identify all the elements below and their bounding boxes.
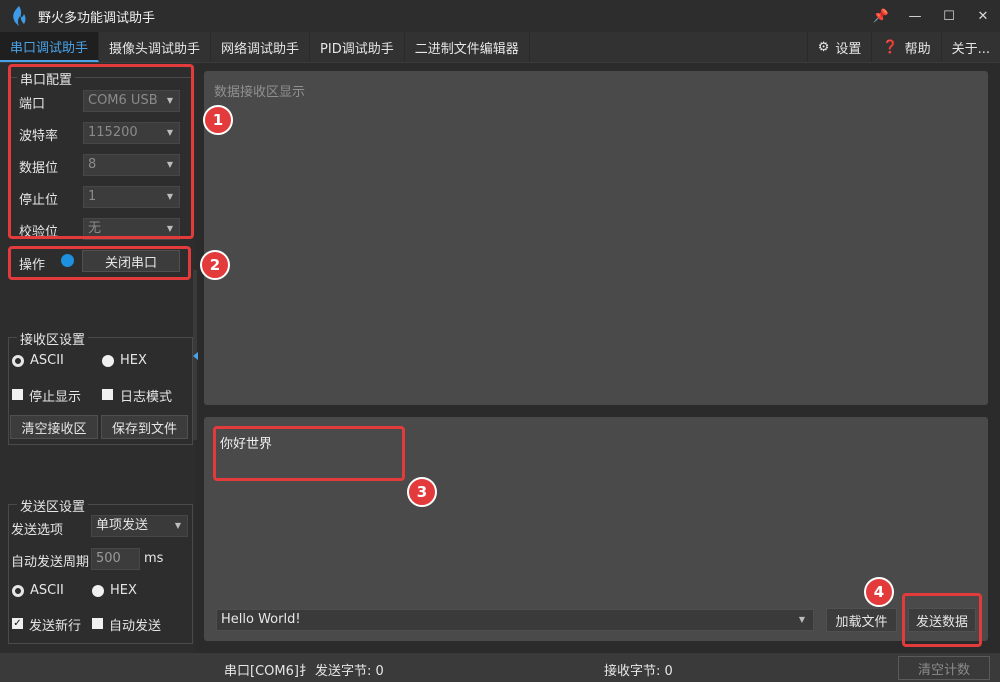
port-status-text: 串口[COM6]扌 bbox=[224, 664, 312, 679]
highlight-box-1 bbox=[8, 64, 194, 239]
tab-pid[interactable]: PID调试助手 bbox=[310, 32, 405, 62]
recv-settings-title: 接收区设置 bbox=[17, 329, 89, 348]
clear-receive-button[interactable]: 清空接收区 bbox=[10, 415, 98, 439]
tab-binary-editor[interactable]: 二进制文件编辑器 bbox=[405, 32, 530, 62]
window-title: 野火多功能调试助手 bbox=[38, 10, 156, 26]
send-option-label: 发送选项 bbox=[11, 523, 64, 538]
recv-bytes-text: 接收字节: 0 bbox=[604, 664, 673, 679]
receive-display-area[interactable]: 数据接收区显示 bbox=[204, 71, 988, 405]
collapse-arrow-icon[interactable] bbox=[193, 352, 198, 360]
send-history-select[interactable]: Hello World! ▼ bbox=[216, 609, 814, 631]
tab-serial[interactable]: 串口调试助手 bbox=[0, 32, 100, 62]
main-tab-bar: 串口调试助手 摄像头调试助手 网络调试助手 PID调试助手 二进制文件编辑器 ⚙… bbox=[0, 32, 1000, 63]
sent-bytes-text: 发送字节: 0 bbox=[315, 664, 384, 679]
send-history-value: Hello World! bbox=[221, 612, 301, 627]
marker-4: 4 bbox=[864, 577, 894, 607]
gear-icon: ⚙ bbox=[817, 39, 830, 55]
save-to-file-button[interactable]: 保存到文件 bbox=[101, 415, 188, 439]
help-icon: ❓ bbox=[882, 39, 899, 55]
stop-display-label: 停止显示 bbox=[29, 390, 82, 405]
pin-icon[interactable]: 📌 bbox=[864, 0, 898, 32]
status-bar: 串口[COM6]扌 发送字节: 0 接收字节: 0 清空计数 bbox=[0, 653, 1000, 682]
send-ascii-label: ASCII bbox=[30, 583, 64, 598]
clear-count-button[interactable]: 清空计数 bbox=[898, 656, 990, 680]
settings-label: 设置 bbox=[835, 41, 862, 57]
help-label: 帮助 bbox=[904, 41, 931, 57]
tab-network[interactable]: 网络调试助手 bbox=[211, 32, 311, 62]
settings-button[interactable]: ⚙ 设置 bbox=[806, 32, 872, 62]
auto-send-checkbox[interactable] bbox=[92, 618, 103, 629]
minimize-button[interactable]: — bbox=[898, 0, 932, 32]
send-hex-label: HEX bbox=[110, 583, 137, 598]
highlight-box-3 bbox=[213, 426, 405, 481]
marker-2: 2 bbox=[200, 250, 230, 280]
chevron-down-icon: ▼ bbox=[174, 521, 181, 530]
period-unit-label: ms bbox=[144, 551, 164, 566]
highlight-box-4 bbox=[902, 593, 982, 647]
tab-camera[interactable]: 摄像头调试助手 bbox=[99, 32, 212, 62]
auto-period-input[interactable]: 500 bbox=[91, 548, 140, 570]
recv-ascii-radio[interactable] bbox=[12, 355, 24, 367]
send-newline-checkbox[interactable]: ✓ bbox=[12, 618, 23, 629]
log-mode-checkbox[interactable] bbox=[102, 389, 113, 400]
send-option-select[interactable]: 单项发送 ▼ bbox=[91, 515, 188, 537]
maximize-button[interactable]: ☐ bbox=[932, 0, 966, 32]
send-newline-label: 发送新行 bbox=[29, 619, 82, 634]
send-option-value: 单项发送 bbox=[96, 518, 149, 533]
about-button[interactable]: 关于... bbox=[940, 32, 1000, 62]
send-ascii-radio[interactable] bbox=[12, 585, 24, 597]
marker-1: 1 bbox=[203, 105, 233, 135]
log-mode-label: 日志模式 bbox=[120, 390, 173, 405]
auto-period-label: 自动发送周期 bbox=[11, 555, 90, 570]
recv-ascii-label: ASCII bbox=[30, 353, 64, 368]
stop-display-checkbox[interactable] bbox=[12, 389, 23, 400]
chevron-down-icon: ▼ bbox=[798, 615, 805, 624]
title-bar: 野火多功能调试助手 📌 — ☐ ✕ bbox=[0, 0, 1000, 32]
app-logo-icon bbox=[13, 6, 26, 26]
send-hex-radio[interactable] bbox=[92, 585, 104, 597]
send-settings-title: 发送区设置 bbox=[17, 496, 89, 515]
highlight-box-2 bbox=[8, 246, 191, 280]
recv-hex-radio[interactable] bbox=[102, 355, 114, 367]
help-button[interactable]: ❓ 帮助 bbox=[871, 32, 940, 62]
receive-placeholder: 数据接收区显示 bbox=[214, 85, 306, 100]
close-button[interactable]: ✕ bbox=[966, 0, 1000, 32]
recv-hex-label: HEX bbox=[120, 353, 147, 368]
auto-send-label: 自动发送 bbox=[109, 619, 162, 634]
marker-3: 3 bbox=[407, 477, 437, 507]
load-file-button[interactable]: 加载文件 bbox=[826, 608, 897, 632]
